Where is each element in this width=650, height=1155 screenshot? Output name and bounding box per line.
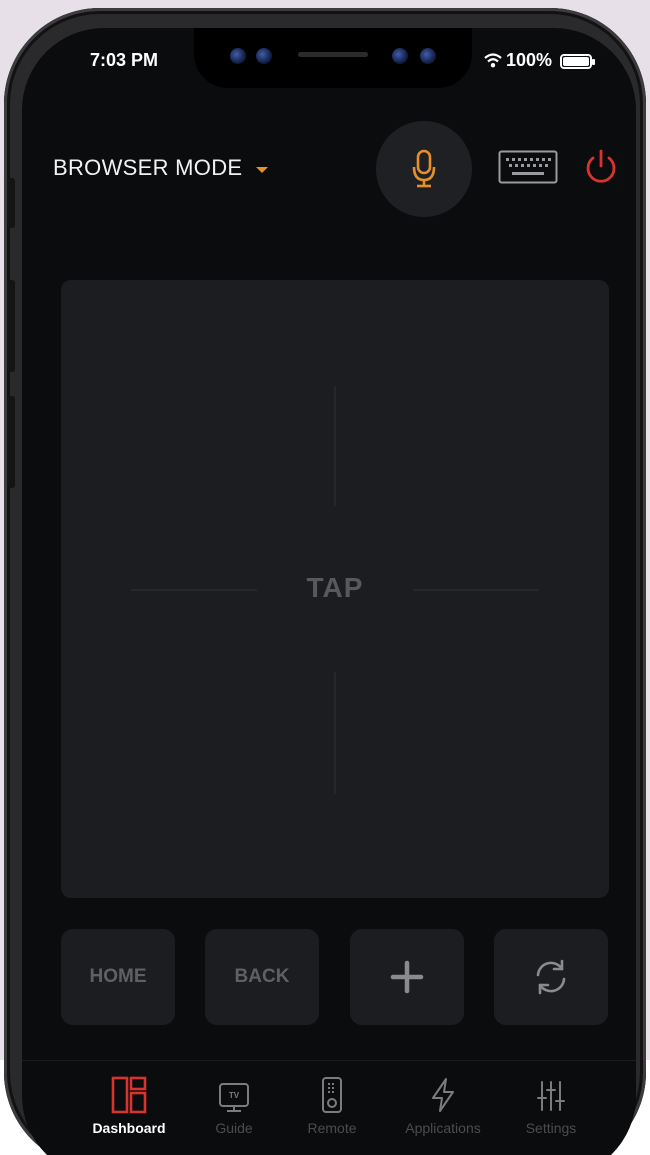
tab-applications-label: Applications [405, 1120, 481, 1136]
camera-icon [230, 48, 246, 64]
back-button-label: BACK [234, 966, 290, 987]
home-button-label: HOME [89, 966, 147, 987]
back-button[interactable]: BACK [205, 929, 319, 1025]
phone-frame: 7:03 PM 100% BROWSER MODE TAP HOME BACK … [4, 8, 646, 1155]
speaker-grille [298, 52, 368, 57]
battery-percent: 100% [506, 50, 553, 70]
microphone-icon [412, 149, 436, 188]
remote-icon [322, 1077, 342, 1113]
camera-icon [420, 48, 436, 64]
touchpad[interactable]: TAP [61, 280, 609, 898]
power-icon[interactable] [584, 148, 618, 186]
tab-applications[interactable]: Applications [388, 1076, 498, 1136]
browser-mode-dropdown[interactable]: BROWSER MODE [53, 155, 269, 181]
tap-label: TAP [306, 572, 364, 603]
refresh-button[interactable] [494, 929, 608, 1025]
status-time: 7:03 PM [90, 50, 159, 70]
home-button[interactable]: HOME [61, 929, 175, 1025]
tab-remote[interactable]: Remote [277, 1076, 387, 1136]
camera-icon [256, 48, 272, 64]
tab-settings-label: Settings [525, 1120, 577, 1136]
tab-bar-divider [22, 1060, 636, 1061]
camera-icon [392, 48, 408, 64]
lightning-icon [432, 1078, 454, 1112]
refresh-icon [536, 959, 566, 995]
mode-label: BROWSER MODE [53, 155, 243, 180]
chevron-down-icon [256, 166, 269, 173]
tab-dashboard[interactable]: Dashboard [74, 1076, 184, 1136]
plus-icon [390, 960, 424, 994]
tab-remote-label: Remote [307, 1120, 357, 1136]
touchpad-guide-bottom [334, 672, 336, 794]
mute-switch [7, 178, 15, 228]
sliders-icon [537, 1081, 565, 1111]
notch [194, 28, 472, 88]
battery-icon [560, 54, 595, 69]
dashboard-icon [111, 1076, 147, 1114]
phone-screen: 7:03 PM 100% BROWSER MODE TAP HOME BACK … [22, 28, 636, 1155]
volume-down-button [7, 396, 15, 488]
battery-fill [563, 57, 589, 66]
tab-dashboard-label: Dashboard [92, 1120, 166, 1136]
wifi-icon [484, 53, 502, 68]
voice-button[interactable] [376, 121, 472, 217]
add-button[interactable] [350, 929, 464, 1025]
volume-up-button [7, 280, 15, 372]
touchpad-guide-top [334, 386, 336, 506]
tab-guide[interactable]: TV Guide [179, 1076, 289, 1136]
svg-text:TV: TV [229, 1091, 240, 1100]
tab-guide-label: Guide [215, 1120, 253, 1136]
tab-settings[interactable]: Settings [496, 1076, 606, 1136]
keyboard-icon[interactable] [498, 150, 558, 184]
tv-icon: TV [219, 1083, 249, 1112]
